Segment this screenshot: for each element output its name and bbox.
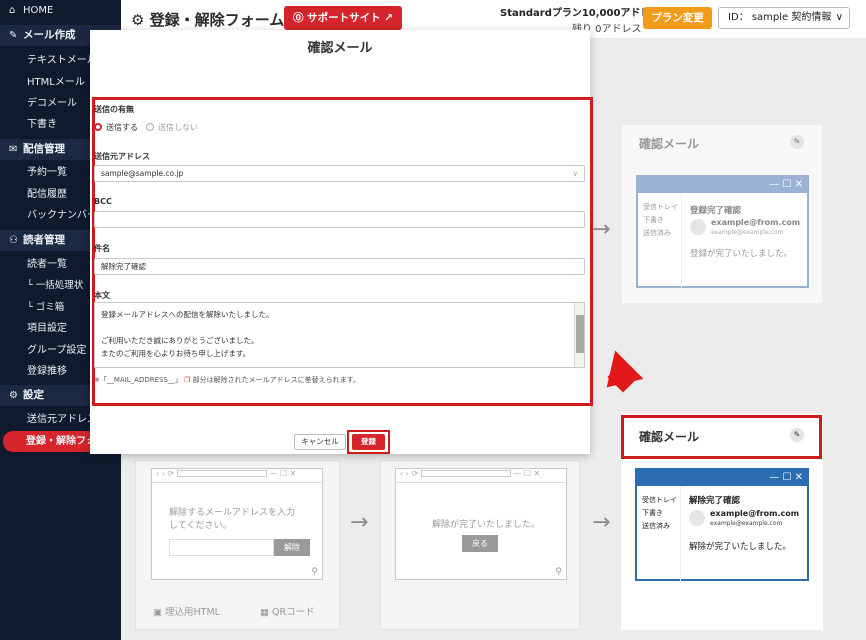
complete-message: 解除が完了いたしました。 [432,520,541,530]
external-link-icon: ↗ [380,12,394,24]
from-select[interactable]: sample@sample.co.jp ∨ [94,165,585,182]
back-button-mock: 戻る [462,535,498,552]
browser-mock: ‹ › ⟳ — ☐ ✕ 解除するメールアドレスを入力してください。 解除 ⚲ [151,468,323,580]
folder-inbox: 受信トレイ [642,496,677,504]
radio-send-off[interactable]: 送信しない [146,122,198,133]
from-name: example@from.com [711,218,801,227]
mail-subject: 解除完了確認 [689,496,741,506]
subject-label: 件名 [94,244,110,253]
edit-icon[interactable]: ✎ [790,135,804,149]
subject-input[interactable]: 解除完了確認 [94,258,585,275]
avatar [689,510,705,526]
send-label: 送信の有無 [94,105,134,114]
mail-preview-register: — ☐ ✕ 受信トレイ 下書き 送信済み 登録完了確認 example@from… [636,175,809,288]
card-title: 確認メール [639,137,700,151]
window-controls: — ☐ ✕ [638,177,807,193]
gear-icon: ⚙ [131,11,150,29]
folder-draft: 下書き [643,216,664,224]
account-dropdown[interactable]: ID： sample 契約情報 ∨ [718,7,850,29]
scrollbar[interactable] [574,303,584,367]
cancel-button[interactable]: キャンセル [294,434,346,450]
arrow-right-icon: → [350,510,369,535]
radio-on-icon [94,123,102,131]
qr-code-link[interactable]: ▦ QRコード [260,604,315,618]
folder-sent: 送信済み [642,522,670,530]
zoom-icon: ⚲ [555,567,562,577]
plan-name: Standardプラン10,000アドレス [500,8,661,19]
home-icon: ⌂ [9,5,16,16]
radio-send-on[interactable]: 送信する [94,122,138,133]
bcc-label: BCC [94,197,112,206]
chevron-down-icon: ∨ [835,12,843,23]
folder-sent: 送信済み [643,229,671,237]
browser-mock-complete: ‹ › ⟳ — ☐ ✕ 解除が完了いたしました。 戻る ⚲ [395,468,567,580]
users-icon: ⚇ [9,235,18,246]
email-field-mock [169,539,274,556]
window-controls: — ☐ ✕ [637,470,807,486]
arrow-right-icon: → [592,217,611,242]
from-label: 送信元アドレス [94,152,150,161]
modal-title: 確認メール [307,41,373,56]
radio-off-icon [146,123,154,131]
submit-button[interactable]: 登録 [352,434,385,450]
sidebar-item-home[interactable]: ⌂ HOME [0,0,121,21]
mail-body: 登録が完了いたしました。 [690,249,793,259]
placeholder-note: ※「__MAIL_ADDRESS__」 ❐ 部分は解除されたメールアドレスに差替… [94,376,360,384]
embed-html-link[interactable]: ▣ 埋込用HTML [153,604,220,618]
page-title: ⚙ 登録・解除フォーム [131,11,285,29]
pen-icon: ✎ [9,30,18,41]
plan-change-button[interactable]: プラン変更 [643,7,712,29]
folder-draft: 下書き [642,509,663,517]
mail-body: 解除が完了いたしました。 [689,542,792,552]
gear-icon: ⚙ [9,390,18,401]
zoom-icon: ⚲ [311,567,318,577]
mail-preview-unsubscribe: — ☐ ✕ 受信トレイ 下書き 送信済み 解除完了確認 example@from… [635,468,809,581]
mail-icon: ✉ [9,144,18,155]
from-address: example@example.com [711,229,784,236]
unsubscribe-instruction: 解除するメールアドレスを入力してください。 [169,508,296,531]
from-address: example@example.com [710,520,783,527]
highlight-frame [621,415,822,459]
arrow-right-icon: → [592,510,611,535]
code-icon: ▣ [153,607,165,618]
qr-icon: ▦ [260,607,272,618]
mail-subject: 登録完了確認 [690,206,742,216]
folder-inbox: 受信トレイ [643,203,678,211]
body-label: 本文 [94,291,110,300]
avatar [690,219,706,235]
unsubscribe-button-mock: 解除 [274,539,310,556]
help-icon: ⓪ [292,12,308,24]
chevron-down-icon: ∨ [572,169,579,178]
bcc-input[interactable] [94,211,585,228]
body-textarea[interactable]: 登録メールアドレスへの配信を解除いたしました。 ご利用いただき誠にありがとうござ… [94,302,585,368]
from-name: example@from.com [710,509,800,518]
support-site-button[interactable]: ⓪ サポートサイト ↗ [284,6,402,30]
copy-icon[interactable]: ❐ [182,376,193,384]
